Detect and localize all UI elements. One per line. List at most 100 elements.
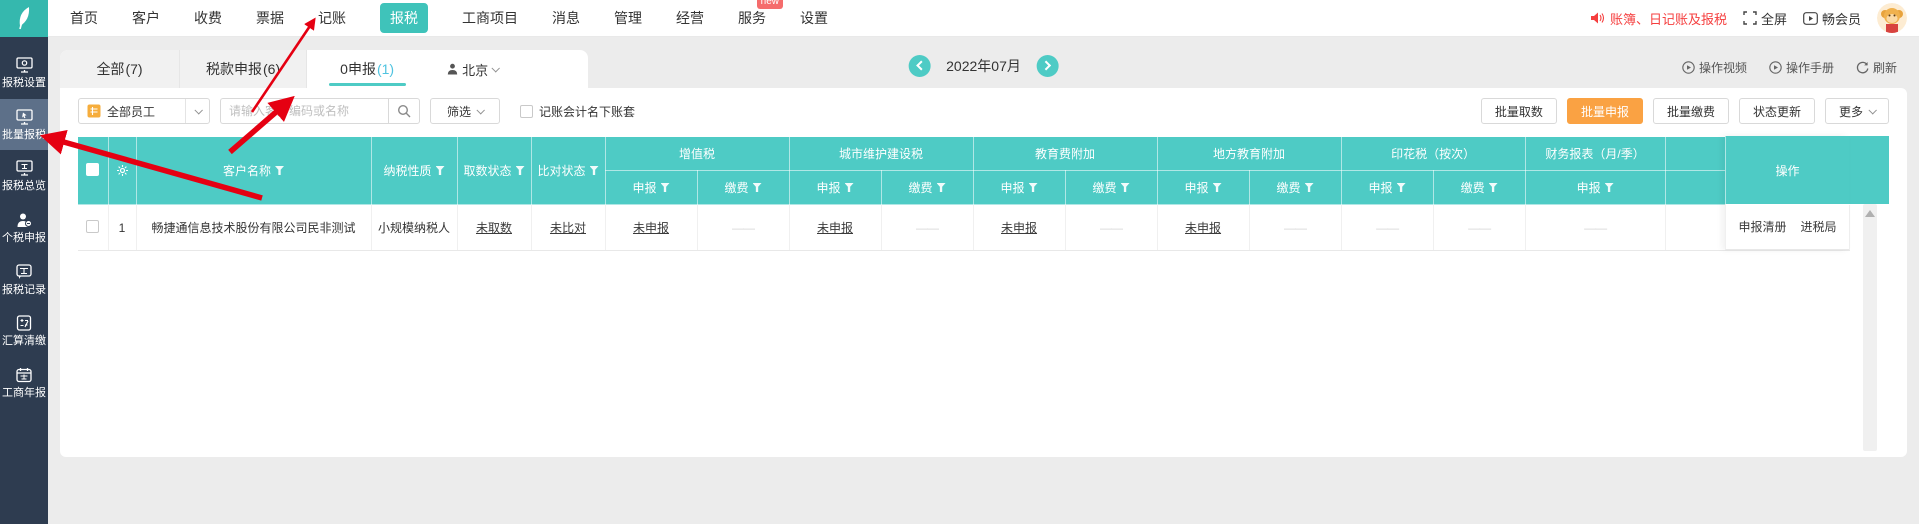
nav-operations[interactable]: 经营 xyxy=(676,8,704,28)
row-checkbox[interactable] xyxy=(86,220,99,233)
more-button[interactable]: 更多 xyxy=(1825,98,1889,124)
umt-file-subheader[interactable]: 申报 xyxy=(789,171,881,205)
status-update-button[interactable]: 状态更新 xyxy=(1739,98,1815,124)
select-all-checkbox[interactable] xyxy=(86,163,99,176)
customer-name-header[interactable]: 客户名称 xyxy=(136,137,371,205)
compare-status-header[interactable]: 比对状态 xyxy=(531,137,605,205)
filter-funnel-icon[interactable] xyxy=(845,183,854,192)
nav-bookkeeping[interactable]: 记账 xyxy=(318,8,346,28)
announcement-ticker[interactable]: 账簿、日记账及报税 xyxy=(1590,9,1727,28)
employee-filter-select[interactable]: 全部员工 xyxy=(78,98,210,124)
filter-funnel-icon[interactable] xyxy=(1029,183,1038,192)
status-link[interactable]: 未申报 xyxy=(817,221,853,235)
fin-file-subheader[interactable]: 申报 xyxy=(1525,171,1665,205)
fetch-status-cell[interactable]: 未取数 xyxy=(457,205,531,251)
edu-file-subheader[interactable]: 申报 xyxy=(973,171,1065,205)
refresh-button[interactable]: 刷新 xyxy=(1856,59,1897,76)
nav-tax-filing[interactable]: 报税 xyxy=(380,3,428,33)
vertical-scrollbar[interactable] xyxy=(1863,204,1877,451)
tab-zero-filing[interactable]: 0申报 (1) xyxy=(307,50,427,88)
nav-customers[interactable]: 客户 xyxy=(132,8,160,28)
umt-pay-subheader[interactable]: 缴费 xyxy=(881,171,973,205)
nav-messages[interactable]: 消息 xyxy=(552,8,580,28)
vat-file-cell[interactable]: 未申报 xyxy=(605,205,697,251)
tab-tax-payment-filing[interactable]: 税款申报 (6) xyxy=(180,50,307,88)
nav-invoices[interactable]: 票据 xyxy=(256,8,284,28)
member-button[interactable]: 畅会员 xyxy=(1803,9,1861,28)
fetch-status-link[interactable]: 未取数 xyxy=(476,221,512,235)
previous-month-button[interactable] xyxy=(908,55,930,77)
help-links: 操作视频 操作手册 刷新 xyxy=(1682,59,1897,76)
user-avatar[interactable] xyxy=(1877,3,1907,33)
sidebar-item-personal-tax[interactable]: 个税申报 xyxy=(0,202,48,254)
column-settings-header[interactable] xyxy=(108,137,136,205)
filter-funnel-icon[interactable] xyxy=(661,183,670,192)
tax-nature-header[interactable]: 纳税性质 xyxy=(371,137,457,205)
customer-name-cell[interactable]: 畅捷通信息技术股份有限公司民非测试 xyxy=(136,205,371,251)
app-logo[interactable] xyxy=(0,0,48,37)
filter-funnel-icon[interactable] xyxy=(590,166,599,175)
announcement-text: 账簿、日记账及报税 xyxy=(1610,9,1727,28)
batch-fetch-button[interactable]: 批量取数 xyxy=(1481,98,1557,124)
filter-funnel-icon[interactable] xyxy=(753,183,762,192)
tab-all[interactable]: 全部 (7) xyxy=(60,50,180,88)
nav-business-projects[interactable]: 工商项目 xyxy=(462,8,518,28)
filter-funnel-icon[interactable] xyxy=(275,166,284,175)
subheader-label: 缴费 xyxy=(1093,179,1117,196)
nav-home[interactable]: 首页 xyxy=(70,8,98,28)
vat-file-subheader[interactable]: 申报 xyxy=(605,171,697,205)
nav-settings[interactable]: 设置 xyxy=(800,8,828,28)
local-edu-file-subheader[interactable]: 申报 xyxy=(1157,171,1249,205)
row-select-cell[interactable] xyxy=(78,205,108,251)
sidebar-item-tax-settings[interactable]: 报税设置 xyxy=(0,47,48,99)
stamp-file-subheader[interactable]: 申报 xyxy=(1341,171,1433,205)
status-link[interactable]: 未申报 xyxy=(1185,221,1221,235)
sidebar-item-filing-records[interactable]: 报税记录 xyxy=(0,254,48,306)
next-month-button[interactable] xyxy=(1037,55,1059,77)
filter-funnel-icon[interactable] xyxy=(1121,183,1130,192)
fetch-status-header[interactable]: 取数状态 xyxy=(457,137,531,205)
compare-status-cell[interactable]: 未比对 xyxy=(531,205,605,251)
batch-file-button[interactable]: 批量申报 xyxy=(1567,98,1643,124)
filter-funnel-icon[interactable] xyxy=(1605,183,1614,192)
sidebar-item-batch-filing[interactable]: 批量报税 xyxy=(0,99,48,151)
local-edu-pay-subheader[interactable]: 缴费 xyxy=(1249,171,1341,205)
filter-funnel-icon[interactable] xyxy=(436,166,445,175)
go-to-tax-bureau-link[interactable]: 进税局 xyxy=(1801,218,1837,235)
region-selector[interactable]: 北京 xyxy=(427,50,518,88)
status-link[interactable]: 未申报 xyxy=(1001,221,1037,235)
chevron-down-icon xyxy=(1868,106,1876,114)
filing-register-link[interactable]: 申报清册 xyxy=(1738,218,1786,235)
sidebar-item-filing-overview[interactable]: 报税总览 xyxy=(0,150,48,202)
filter-funnel-icon[interactable] xyxy=(1213,183,1222,192)
compare-status-link[interactable]: 未比对 xyxy=(550,221,586,235)
accountant-scope-checkbox[interactable]: 记账会计名下账套 xyxy=(520,103,635,120)
filter-funnel-icon[interactable] xyxy=(937,183,946,192)
umt-file-cell[interactable]: 未申报 xyxy=(789,205,881,251)
customer-search-input[interactable] xyxy=(220,98,388,124)
select-all-header[interactable] xyxy=(78,137,108,205)
sidebar-item-final-settlement[interactable]: 汇算清缴 xyxy=(0,305,48,357)
filter-funnel-icon[interactable] xyxy=(516,166,525,175)
local-edu-file-cell[interactable]: 未申报 xyxy=(1157,205,1249,251)
filter-dropdown-label: 筛选 xyxy=(447,103,471,120)
filter-funnel-icon[interactable] xyxy=(1397,183,1406,192)
tutorial-video-link[interactable]: 操作视频 xyxy=(1682,59,1747,76)
batch-pay-button[interactable]: 批量缴费 xyxy=(1653,98,1729,124)
scroll-up-arrow[interactable] xyxy=(1865,210,1875,217)
nav-management[interactable]: 管理 xyxy=(614,8,642,28)
edu-file-cell[interactable]: 未申报 xyxy=(973,205,1065,251)
nav-fees[interactable]: 收费 xyxy=(194,8,222,28)
stamp-pay-subheader[interactable]: 缴费 xyxy=(1433,171,1525,205)
search-button[interactable] xyxy=(388,98,420,124)
filter-funnel-icon[interactable] xyxy=(1489,183,1498,192)
status-link[interactable]: 未申报 xyxy=(633,221,669,235)
edu-pay-subheader[interactable]: 缴费 xyxy=(1065,171,1157,205)
nav-services[interactable]: 服务new xyxy=(738,8,766,28)
fullscreen-button[interactable]: 全屏 xyxy=(1743,9,1787,28)
filter-funnel-icon[interactable] xyxy=(1305,183,1314,192)
sidebar-item-annual-report[interactable]: 工商年报 xyxy=(0,357,48,409)
vat-pay-subheader[interactable]: 缴费 xyxy=(697,171,789,205)
filter-dropdown[interactable]: 筛选 xyxy=(430,98,500,124)
user-manual-link[interactable]: 操作手册 xyxy=(1769,59,1834,76)
